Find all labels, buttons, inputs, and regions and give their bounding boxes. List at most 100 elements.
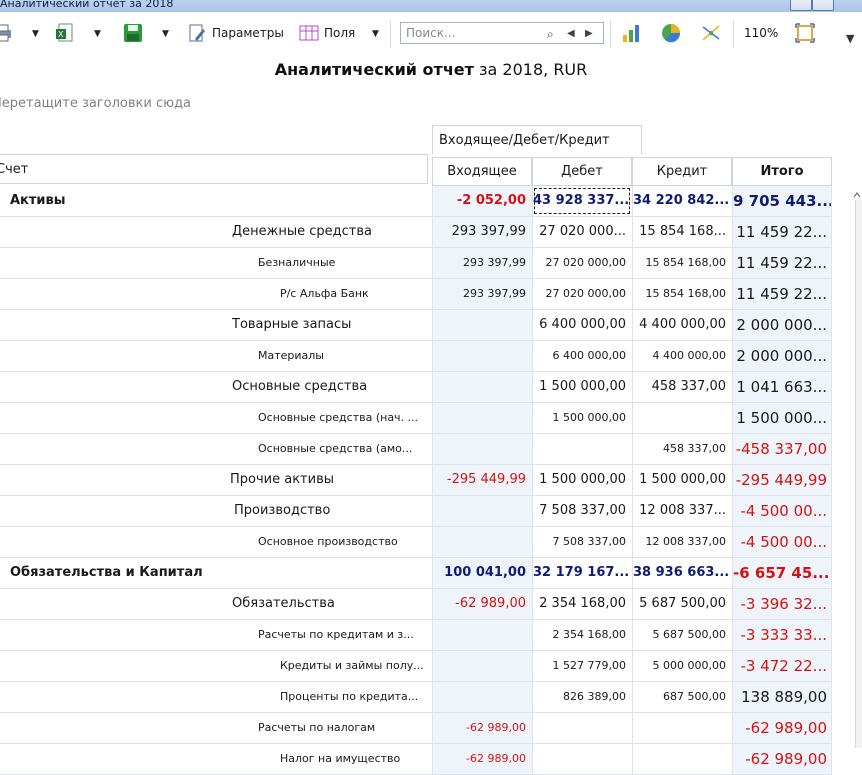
value-debit[interactable]: 32 179 167... bbox=[532, 558, 632, 588]
save-button[interactable] bbox=[122, 20, 144, 46]
value-credit[interactable]: 1 500 000,00 bbox=[632, 465, 732, 495]
value-incoming[interactable] bbox=[432, 496, 532, 526]
table-row[interactable]: Материалы 6 400 000,00 4 400 000,00 2 000 0… bbox=[0, 341, 832, 372]
value-debit[interactable] bbox=[532, 713, 632, 743]
table-row[interactable]: Основное производство 7 508 337,00 12 008 … bbox=[0, 527, 832, 558]
value-incoming[interactable] bbox=[432, 341, 532, 371]
value-credit[interactable]: 5 687 500,00 bbox=[632, 589, 732, 619]
value-debit[interactable]: 7 508 337,00 bbox=[532, 496, 632, 526]
scatter-chart-button[interactable] bbox=[700, 20, 722, 46]
scrollbar-up-arrow[interactable] bbox=[852, 186, 862, 198]
row-label[interactable]: Основные средства bbox=[232, 372, 367, 402]
export-dropdown-arrow[interactable]: ▼ bbox=[94, 29, 101, 39]
table-row[interactable]: Основные средства (нач. ... 1 500 000,00 1… bbox=[0, 403, 832, 434]
value-debit[interactable]: 2 354 168,00 bbox=[532, 620, 632, 650]
value-credit[interactable]: 38 936 663... bbox=[632, 558, 732, 588]
table-row[interactable]: Прочие активы -295 449,99 1 500 000,00 1 50… bbox=[0, 465, 832, 496]
value-total[interactable]: -3 396 32... bbox=[732, 589, 832, 619]
value-incoming[interactable] bbox=[432, 651, 532, 681]
value-debit[interactable]: 27 020 000,00 bbox=[532, 248, 632, 278]
export-excel-button[interactable]: X bbox=[54, 20, 76, 46]
fields-dropdown-arrow[interactable]: ▼ bbox=[372, 29, 379, 39]
row-label[interactable]: Основные средства (амо... bbox=[258, 434, 412, 464]
table-row[interactable]: Р/с Альфа Банк 293 397,99 27 020 000,00 15 … bbox=[0, 279, 832, 310]
value-total[interactable]: -4 500 00... bbox=[732, 527, 832, 557]
value-debit[interactable]: 826 389,00 bbox=[532, 682, 632, 712]
value-incoming[interactable] bbox=[432, 620, 532, 650]
value-total[interactable]: 11 459 22... bbox=[732, 217, 832, 247]
table-row[interactable]: Налог на имущество -62 989,00 -62 989,00 bbox=[0, 744, 832, 775]
value-total[interactable]: -3 472 22... bbox=[732, 651, 832, 681]
value-incoming[interactable]: 293 397,99 bbox=[432, 279, 532, 309]
value-total[interactable]: 1 041 663... bbox=[732, 372, 832, 402]
row-label[interactable]: Активы bbox=[10, 186, 66, 216]
row-label[interactable]: Налог на имущество bbox=[280, 744, 400, 774]
value-total[interactable]: 138 889,00 bbox=[732, 682, 832, 712]
value-debit[interactable]: 6 400 000,00 bbox=[532, 341, 632, 371]
minimize-button[interactable] bbox=[790, 0, 812, 11]
value-total[interactable]: -62 989,00 bbox=[732, 744, 832, 774]
row-label[interactable]: Обязательства bbox=[232, 589, 335, 619]
value-debit[interactable]: 43 928 337... bbox=[532, 186, 632, 216]
search-prev-icon[interactable]: ◀ bbox=[567, 28, 575, 39]
value-total[interactable]: 11 459 22... bbox=[732, 279, 832, 309]
search-next-icon[interactable]: ▶ bbox=[585, 28, 593, 39]
row-field-header[interactable]: Счет bbox=[0, 154, 428, 184]
value-incoming[interactable] bbox=[432, 434, 532, 464]
value-credit[interactable]: 458 337,00 bbox=[632, 372, 732, 402]
value-credit[interactable]: 4 400 000,00 bbox=[632, 341, 732, 371]
value-incoming[interactable]: 293 397,99 bbox=[432, 248, 532, 278]
maximize-button[interactable] bbox=[812, 0, 834, 11]
value-debit[interactable]: 27 020 000,00 bbox=[532, 279, 632, 309]
save-dropdown-arrow[interactable]: ▼ bbox=[162, 29, 169, 39]
value-incoming[interactable] bbox=[432, 682, 532, 712]
value-incoming[interactable]: -62 989,00 bbox=[432, 589, 532, 619]
table-row[interactable]: Активы -2 052,00 43 928 337... 34 220 842..… bbox=[0, 186, 832, 217]
value-total[interactable]: 2 000 000... bbox=[732, 341, 832, 371]
value-total[interactable]: 2 000 000... bbox=[732, 310, 832, 340]
value-total[interactable]: -458 337,00 bbox=[732, 434, 832, 464]
value-debit[interactable]: 1 500 000,00 bbox=[532, 465, 632, 495]
pie-chart-button[interactable] bbox=[660, 20, 682, 46]
value-credit[interactable]: 15 854 168,00 bbox=[632, 248, 732, 278]
row-label[interactable]: Р/с Альфа Банк bbox=[280, 279, 369, 309]
row-label[interactable]: Безналичные bbox=[258, 248, 335, 278]
value-debit[interactable]: 1 527 779,00 bbox=[532, 651, 632, 681]
value-debit[interactable]: 6 400 000,00 bbox=[532, 310, 632, 340]
value-incoming[interactable]: -62 989,00 bbox=[432, 713, 532, 743]
value-credit[interactable]: 5 687 500,00 bbox=[632, 620, 732, 650]
table-row[interactable]: Безналичные 293 397,99 27 020 000,00 15 854… bbox=[0, 248, 832, 279]
value-debit[interactable]: 1 500 000,00 bbox=[532, 372, 632, 402]
value-total[interactable]: 1 500 000... bbox=[732, 403, 832, 433]
search-box[interactable]: Поиск... ⌕ ◀ ▶ bbox=[400, 22, 604, 44]
row-label[interactable]: Кредиты и займы полу... bbox=[280, 651, 424, 681]
value-debit[interactable] bbox=[532, 434, 632, 464]
column-header-total[interactable]: Итого bbox=[732, 157, 832, 186]
value-debit[interactable] bbox=[532, 744, 632, 774]
value-incoming[interactable] bbox=[432, 527, 532, 557]
toolbar-overflow-arrow[interactable]: ▼ bbox=[846, 32, 854, 45]
value-credit[interactable]: 12 008 337... bbox=[632, 496, 732, 526]
row-label[interactable]: Производство bbox=[234, 496, 330, 526]
table-row[interactable]: Расчеты по кредитам и з... 2 354 168,00 5 … bbox=[0, 620, 832, 651]
search-icon[interactable]: ⌕ bbox=[547, 27, 554, 42]
value-incoming[interactable]: 100 041,00 bbox=[432, 558, 532, 588]
value-debit[interactable]: 1 500 000,00 bbox=[532, 403, 632, 433]
bar-chart-button[interactable] bbox=[620, 20, 642, 46]
value-incoming[interactable] bbox=[432, 403, 532, 433]
column-header-incoming[interactable]: Входящее bbox=[432, 157, 532, 186]
table-row[interactable]: Товарные запасы 6 400 000,00 4 400 000,00 2… bbox=[0, 310, 832, 341]
table-row[interactable]: Кредиты и займы полу... 1 527 779,00 5 000… bbox=[0, 651, 832, 682]
value-debit[interactable]: 27 020 000... bbox=[532, 217, 632, 247]
value-incoming[interactable] bbox=[432, 372, 532, 402]
parameters-button[interactable]: Параметры bbox=[186, 20, 284, 46]
value-total[interactable]: -62 989,00 bbox=[732, 713, 832, 743]
value-credit[interactable]: 34 220 842... bbox=[632, 186, 732, 216]
value-total[interactable]: 9 705 443... bbox=[732, 186, 832, 216]
table-row[interactable]: Производство 7 508 337,00 12 008 337... -4 … bbox=[0, 496, 832, 527]
row-label[interactable]: Материалы bbox=[258, 341, 324, 371]
row-label[interactable]: Товарные запасы bbox=[232, 310, 351, 340]
zoom-level[interactable]: 110% bbox=[744, 20, 778, 46]
column-header-credit[interactable]: Кредит bbox=[632, 157, 732, 186]
value-credit[interactable] bbox=[632, 403, 732, 433]
